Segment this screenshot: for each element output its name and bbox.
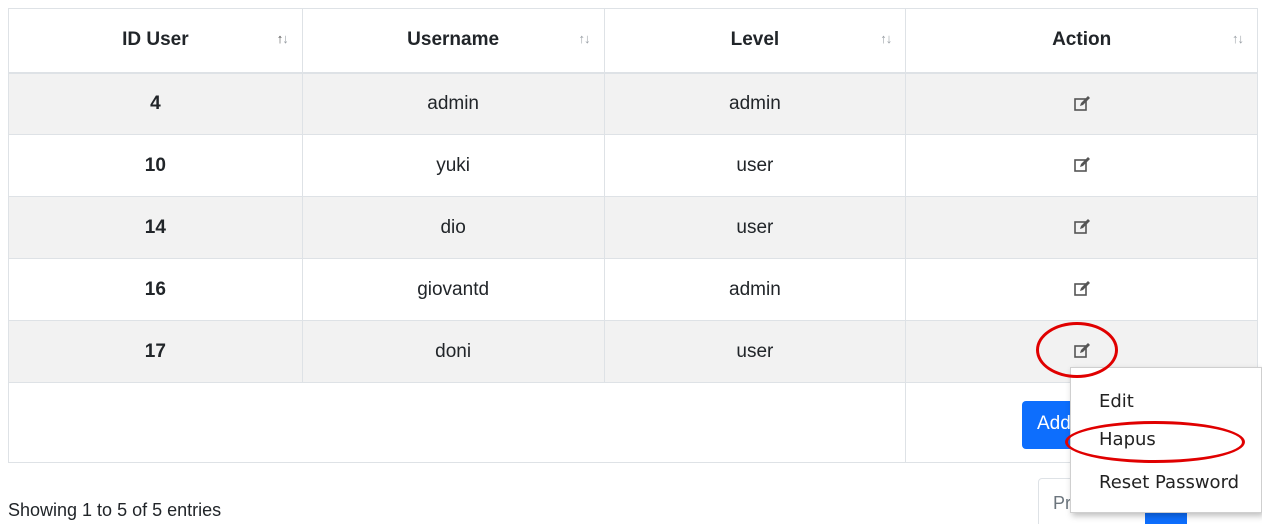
cell-level: user: [603, 196, 907, 259]
menu-item-hapus[interactable]: Hapus: [1099, 429, 1156, 450]
cell-level: user: [603, 320, 907, 383]
edit-icon[interactable]: [1073, 156, 1091, 174]
header-level[interactable]: Level ↑↓: [603, 8, 907, 74]
cell-id: 10: [8, 134, 303, 197]
context-menu: Edit Hapus Reset Password: [1070, 367, 1262, 513]
footer-empty-cell: [7, 382, 907, 463]
cell-id: 4: [8, 72, 303, 135]
header-label: ID User: [122, 29, 189, 51]
cell-action: [905, 72, 1258, 135]
menu-item-edit[interactable]: Edit: [1099, 391, 1134, 412]
cell-username: yuki: [301, 134, 605, 197]
cell-id: 17: [8, 320, 303, 383]
header-label: Username: [407, 29, 500, 51]
cell-username: admin: [301, 72, 605, 135]
sort-arrows-icon[interactable]: ↑↓: [277, 31, 289, 46]
header-username[interactable]: Username ↑↓: [301, 8, 605, 74]
cell-username: doni: [301, 320, 605, 383]
edit-icon[interactable]: [1073, 280, 1091, 298]
cell-id: 14: [8, 196, 303, 259]
table-row: 10 yuki user: [8, 134, 1258, 197]
header-label: Action: [1052, 29, 1112, 51]
menu-item-reset-password[interactable]: Reset Password: [1099, 472, 1239, 493]
edit-icon[interactable]: [1073, 95, 1091, 113]
header-action[interactable]: Action ↑↓: [905, 8, 1258, 74]
table-header-row: ID User ↑↓ Username ↑↓ Level ↑↓ Action ↑↓: [8, 8, 1258, 74]
cell-id: 16: [8, 258, 303, 321]
table-info: Showing 1 to 5 of 5 entries: [8, 500, 222, 520]
cell-level: admin: [603, 258, 907, 321]
edit-icon[interactable]: [1073, 218, 1091, 236]
cell-username: dio: [301, 196, 605, 259]
header-id-user[interactable]: ID User ↑↓: [8, 8, 303, 74]
cell-action: [905, 196, 1258, 259]
cell-username: giovantd: [301, 258, 605, 321]
sort-arrows-icon[interactable]: ↑↓: [579, 31, 591, 46]
cell-action: [905, 258, 1258, 321]
sort-arrows-icon[interactable]: ↑↓: [880, 31, 892, 46]
table-row: 14 dio user: [8, 196, 1258, 259]
sort-arrows-icon[interactable]: ↑↓: [1232, 31, 1244, 46]
table-row: 4 admin admin: [8, 72, 1258, 135]
header-label: Level: [730, 29, 780, 51]
cell-action: [905, 134, 1258, 197]
table-row: 16 giovantd admin: [8, 258, 1258, 321]
cell-level: user: [603, 134, 907, 197]
cell-level: admin: [603, 72, 907, 135]
edit-icon[interactable]: [1073, 342, 1091, 360]
